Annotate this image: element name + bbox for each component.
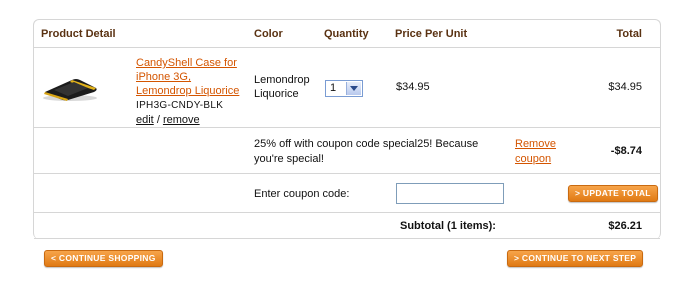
edit-link[interactable]: edit xyxy=(136,114,154,126)
header-color: Color xyxy=(254,28,283,40)
coupon-label: Enter coupon code: xyxy=(254,188,350,200)
product-color: Lemondrop Liquorice xyxy=(254,74,310,100)
header-quantity: Quantity xyxy=(324,28,369,40)
header-price-per-unit: Price Per Unit xyxy=(395,28,468,40)
product-info: CandyShell Case for iPhone 3G, Lemondrop L… xyxy=(136,56,239,127)
subtotal-label: Subtotal (1 items): xyxy=(400,220,496,232)
subtotal-value: $26.21 xyxy=(608,220,642,232)
discount-description: 25% off with coupon code special25! Beca… xyxy=(254,138,479,165)
quantity-select[interactable]: 1 xyxy=(325,80,363,97)
unit-price: $34.95 xyxy=(396,81,430,93)
product-image[interactable] xyxy=(42,76,98,102)
edit-remove-separator: / xyxy=(156,114,160,126)
product-sku: IPH3G-CNDY-BLK xyxy=(136,100,224,111)
header-product-detail: Product Detail xyxy=(41,28,116,40)
row-divider xyxy=(34,173,660,174)
quantity-value: 1 xyxy=(330,82,337,94)
row-divider xyxy=(34,238,660,239)
discount-amount: -$8.74 xyxy=(610,145,642,157)
header-total: Total xyxy=(616,28,642,40)
remove-link[interactable]: remove xyxy=(163,114,200,126)
chevron-down-icon[interactable] xyxy=(346,82,361,95)
product-name-link[interactable]: CandyShell Case for iPhone 3G, Lemondrop L… xyxy=(136,57,239,97)
row-divider xyxy=(34,212,660,213)
cart-table: Product Detail Color Quantity Price Per … xyxy=(33,19,661,239)
line-total: $34.95 xyxy=(608,81,642,93)
continue-shopping-button[interactable]: < CONTINUE SHOPPING xyxy=(44,250,163,267)
continue-to-next-step-button[interactable]: > CONTINUE TO NEXT STEP xyxy=(507,250,644,267)
row-divider xyxy=(34,127,660,128)
update-total-button[interactable]: > UPDATE TOTAL xyxy=(568,185,658,202)
coupon-code-input[interactable] xyxy=(396,183,504,204)
cart-header-row: Product Detail Color Quantity Price Per … xyxy=(34,20,660,48)
remove-coupon-link[interactable]: Remove coupon xyxy=(515,137,556,167)
